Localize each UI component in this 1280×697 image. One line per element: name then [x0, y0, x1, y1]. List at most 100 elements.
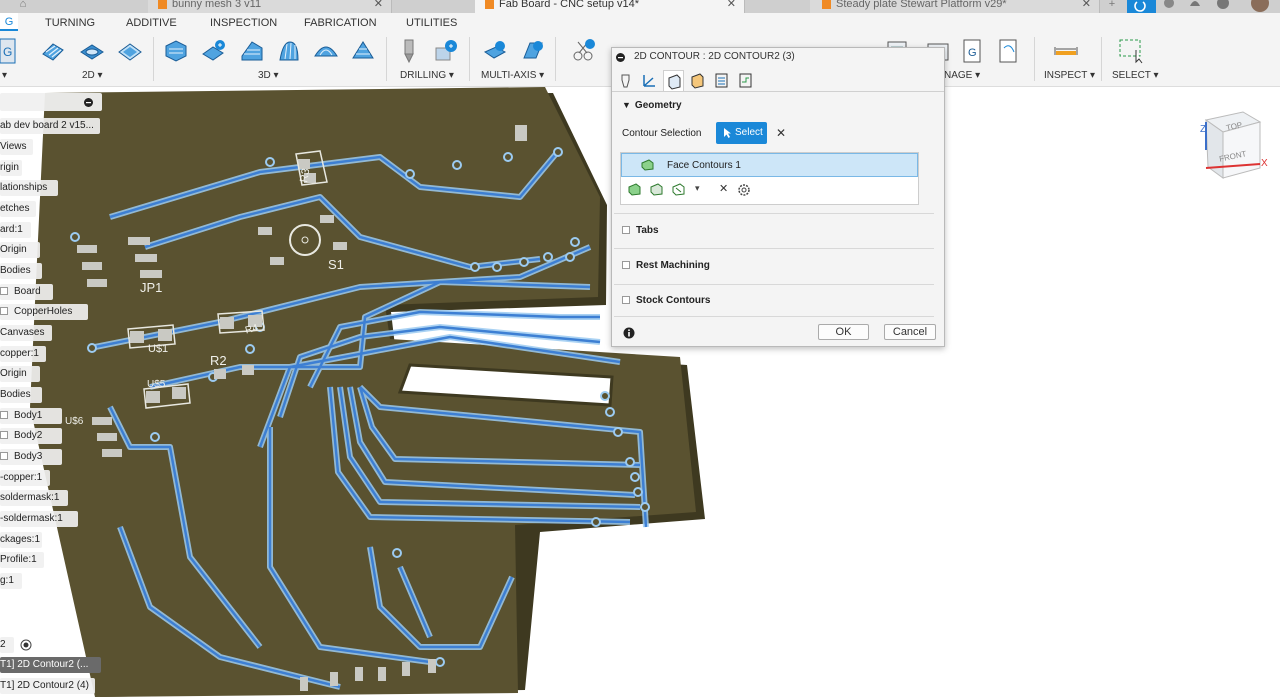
tabs-checkbox[interactable]	[622, 226, 630, 234]
tab-additive[interactable]: ADDITIVE	[126, 17, 177, 29]
browser-node[interactable]: Body2	[0, 428, 62, 444]
gear-icon[interactable]	[737, 183, 751, 197]
cutting-tool-icon[interactable]	[570, 38, 596, 64]
sync-button[interactable]	[1127, 0, 1156, 13]
browser-node[interactable]: CopperHoles	[0, 304, 88, 320]
tab-steady-plate[interactable]: Steady plate Stewart Platform v29* ✕	[810, 0, 1100, 13]
tab-utilities[interactable]: UTILITIES	[406, 17, 457, 29]
group-multi-axis[interactable]: MULTI-AXIS ▾	[481, 70, 544, 81]
tab-fabrication[interactable]: FABRICATION	[304, 17, 377, 29]
browser-node[interactable]: -copper:1	[0, 470, 50, 486]
browser-node[interactable]: rigin	[0, 160, 22, 176]
chain-options-caret[interactable]: ▾	[695, 183, 700, 194]
browser-node[interactable]: ard:1	[0, 222, 31, 238]
group-select[interactable]: SELECT ▾	[1112, 70, 1159, 81]
browser-node[interactable]: Canvases	[0, 325, 52, 341]
2d-pocket-icon[interactable]	[79, 38, 105, 64]
silhouette-icon[interactable]	[671, 183, 685, 197]
help-icon[interactable]	[1216, 0, 1230, 13]
browser-node[interactable]: Bodies	[0, 387, 42, 403]
tab-close-icon[interactable]: ✕	[1082, 0, 1091, 10]
drill-icon[interactable]	[396, 38, 422, 64]
browser-node[interactable]: lationships	[0, 180, 58, 196]
browser-node[interactable]: soldermask:1	[0, 490, 68, 506]
browser-node[interactable]: etches	[0, 201, 36, 217]
job-status-icon[interactable]	[1160, 0, 1178, 13]
tabs-section[interactable]: Tabs	[622, 225, 659, 236]
visibility-checkbox[interactable]	[0, 431, 8, 439]
setup-node[interactable]: 2	[0, 637, 14, 653]
3d-parallel-icon[interactable]	[276, 38, 302, 64]
visibility-checkbox[interactable]	[0, 452, 8, 460]
browser-node[interactable]: g:1	[0, 573, 22, 589]
tab-inspection[interactable]: INSPECTION	[210, 17, 277, 29]
tab-close-icon[interactable]: ✕	[374, 0, 383, 10]
3d-radial-icon[interactable]	[313, 38, 339, 64]
browser-node[interactable]: copper:1	[0, 346, 46, 362]
browser-node[interactable]: Origin	[0, 366, 40, 382]
browser-node[interactable]: Body1	[0, 408, 62, 424]
workspace-tab[interactable]: G	[0, 13, 18, 31]
browser-node[interactable]: Bodies	[0, 263, 42, 279]
3d-pocket-icon[interactable]	[201, 38, 227, 64]
group-drilling[interactable]: DRILLING ▾	[400, 70, 454, 81]
3d-steep-shallow-icon[interactable]	[239, 38, 265, 64]
2d-face-icon[interactable]	[117, 38, 143, 64]
browser-node[interactable]: ab dev board 2 v15...	[0, 118, 100, 134]
tab-tool[interactable]	[615, 70, 636, 91]
geometry-section-header[interactable]: ▼ Geometry	[622, 100, 682, 111]
browser-node[interactable]: -soldermask:1	[0, 511, 78, 527]
measure-icon[interactable]	[1053, 38, 1079, 64]
browser-node[interactable]: Origin	[0, 242, 40, 258]
selection-list-item[interactable]: Face Contours 1	[621, 153, 918, 177]
cancel-button[interactable]: Cancel	[884, 324, 936, 340]
tab-turning[interactable]: TURNING	[45, 17, 95, 29]
remove-selection-icon[interactable]: ✕	[719, 182, 728, 195]
browser-node[interactable]: Profile:1	[0, 552, 44, 568]
swarf-icon[interactable]	[520, 38, 546, 64]
tab-bunny-mesh[interactable]: bunny mesh 3 v11 ✕	[148, 0, 392, 13]
hole-recognition-icon[interactable]	[433, 38, 459, 64]
tab-geometry-selection[interactable]	[663, 70, 684, 91]
active-setup-radio-icon[interactable]	[20, 639, 32, 651]
group-inspect[interactable]: INSPECT ▾	[1044, 70, 1095, 81]
browser-node[interactable]: Board	[0, 284, 53, 300]
tab-linking[interactable]	[735, 70, 756, 91]
collapse-icon[interactable]	[84, 98, 93, 107]
avatar[interactable]	[1250, 0, 1270, 13]
rest-machining-section[interactable]: Rest Machining	[622, 260, 710, 271]
select-icon[interactable]	[1118, 38, 1144, 64]
tab-geometry[interactable]	[639, 70, 660, 91]
visibility-checkbox[interactable]	[0, 307, 8, 315]
setup-icon[interactable]: G	[0, 38, 16, 64]
operation-item[interactable]: T1] 2D Contour2 (4)	[0, 678, 95, 694]
browser-node[interactable]: Views	[0, 139, 33, 155]
tab-fab-board[interactable]: Fab Board - CNC setup v14* ✕	[475, 0, 745, 13]
view-cube[interactable]: TOP FRONT Z X	[1198, 110, 1268, 185]
tab-passes[interactable]	[711, 70, 732, 91]
group-2d[interactable]: 2D ▾	[82, 70, 103, 81]
tab-close-icon[interactable]: ✕	[727, 0, 736, 10]
multiaxis-contour-icon[interactable]	[482, 38, 508, 64]
rest-machining-checkbox[interactable]	[622, 261, 630, 269]
select-button[interactable]: Select	[716, 122, 767, 144]
visibility-checkbox[interactable]	[0, 411, 8, 419]
2d-adaptive-icon[interactable]	[40, 38, 66, 64]
clear-selection-icon[interactable]: ✕	[776, 126, 786, 140]
post-process-icon[interactable]: G	[960, 38, 986, 64]
setup-dropdown-caret[interactable]: ▾	[2, 70, 7, 81]
browser-node[interactable]: ckages:1	[0, 532, 42, 548]
ok-button[interactable]: OK	[818, 324, 869, 340]
home-icon[interactable]: ⌂	[12, 0, 34, 13]
tab-heights[interactable]	[687, 70, 708, 91]
pocket-selection-icon[interactable]	[649, 183, 663, 197]
notifications-icon[interactable]	[1188, 0, 1202, 13]
stock-contours-checkbox[interactable]	[622, 296, 630, 304]
3d-adaptive-icon[interactable]	[163, 38, 189, 64]
group-3d[interactable]: 3D ▾	[258, 70, 279, 81]
setup-sheet-icon[interactable]	[996, 38, 1022, 64]
visibility-checkbox[interactable]	[0, 287, 8, 295]
browser-node[interactable]: Body3	[0, 449, 62, 465]
face-contour-add-icon[interactable]	[627, 183, 641, 197]
new-tab-button[interactable]: +	[1101, 0, 1123, 13]
